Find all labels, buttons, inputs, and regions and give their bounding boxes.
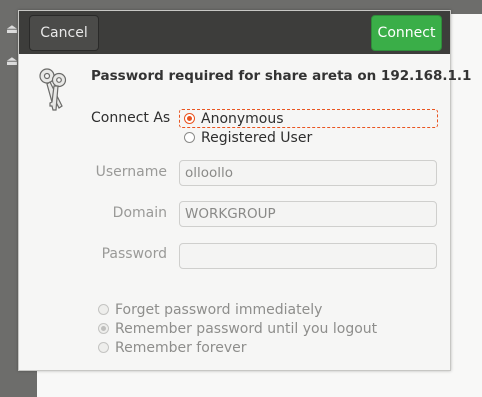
radio-remember-until-logout[interactable]: Remember password until you logout	[98, 319, 377, 338]
keys-icon	[39, 68, 67, 111]
password-field[interactable]	[179, 243, 437, 269]
radio-forget-password[interactable]: Forget password immediately	[98, 300, 322, 319]
password-label: Password	[101, 246, 167, 262]
cancel-button[interactable]: Cancel	[29, 15, 99, 51]
dialog-content: Password required for share areta on 192…	[19, 54, 472, 370]
eject-icon[interactable]: ⏏	[5, 23, 19, 37]
domain-label: Domain	[112, 205, 167, 221]
radio-anonymous[interactable]: Anonymous	[179, 109, 438, 128]
radio-label: Remember password until you logout	[115, 320, 378, 337]
domain-field[interactable]: WORKGROUP	[179, 201, 437, 227]
radio-remember-forever[interactable]: Remember forever	[98, 338, 247, 357]
connect-as-label: Connect As	[91, 110, 171, 126]
password-dialog: Cancel Connect Password required for sha…	[18, 10, 472, 371]
radio-indicator[interactable]	[184, 113, 195, 124]
radio-label: Forget password immediately	[115, 301, 323, 318]
radio-registered-user[interactable]: Registered User	[184, 128, 312, 147]
dialog-headerbar: Cancel Connect	[19, 11, 450, 54]
radio-label: Remember forever	[115, 339, 247, 356]
radio-label: Registered User	[201, 129, 313, 146]
radio-indicator[interactable]	[184, 132, 195, 143]
dialog-title: Password required for share areta on 192…	[91, 68, 472, 84]
username-label: Username	[95, 164, 167, 180]
connect-button[interactable]: Connect	[371, 15, 442, 51]
username-field[interactable]: olloollo	[179, 160, 437, 186]
radio-indicator[interactable]	[98, 304, 109, 315]
radio-label: Anonymous	[201, 110, 284, 127]
radio-indicator[interactable]	[98, 342, 109, 353]
eject-icon[interactable]: ⏏	[5, 55, 19, 69]
radio-indicator[interactable]	[98, 323, 109, 334]
